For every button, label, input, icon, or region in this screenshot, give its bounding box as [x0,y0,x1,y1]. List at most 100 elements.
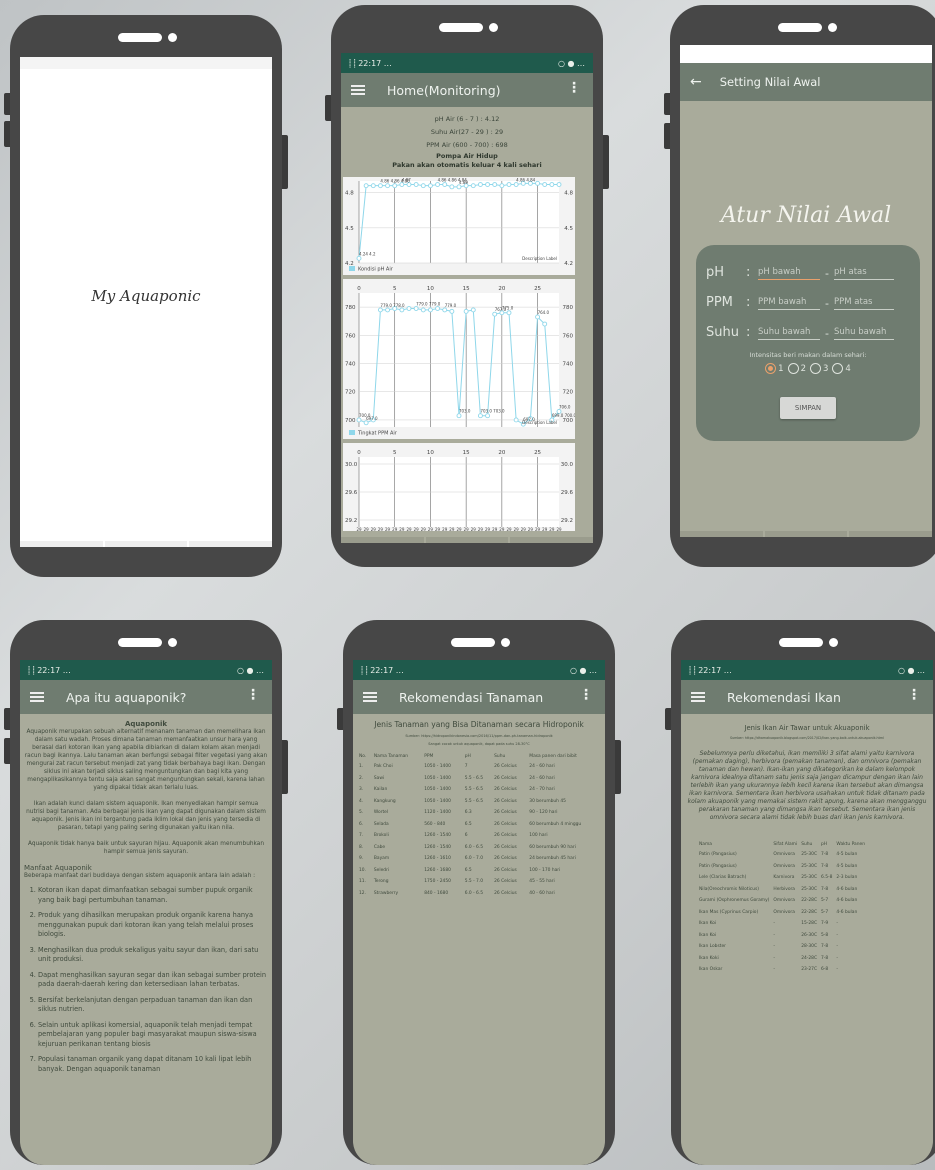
table-cell: Ikan Oskar [699,967,723,972]
readings-panel: pH Air (6 - 7 ) : 4.12 Suhu Air(27 - 29 … [341,113,593,170]
table-cell: 26 Celcius [494,833,517,838]
y-tick-label: 29.2 [561,518,573,524]
table-cell: 5-7 [821,898,829,903]
ph-high-input[interactable]: pH atas [834,267,894,280]
y-tick-label: 29.6 [345,490,358,496]
data-label: 29 [521,527,527,531]
table-cell: 60 berumbuh 4 minggu [529,821,582,827]
table-cell: 1050 - 1400 [424,787,451,792]
table-row: 11. Terong 1750 - 2450 5.5 - 7.0 26 Celcius 4… [357,879,601,891]
benefit-item: Bersifat berkelanjutan dengan perpaduan … [38,996,268,1015]
table-cell: 1750 - 2450 [424,879,451,884]
description-label: Description Label [522,256,557,261]
table-cell: 60 berumbuh 90 hari [529,844,576,850]
benefit-intro: Beberapa manfaat dari budidaya dengan si… [24,873,256,879]
table-cell: 90 - 120 hari [529,810,558,815]
table-row: 3. Kailan 1050 - 1400 5.5 - 6.5 26 Celcius 24… [357,787,601,799]
suhu-high-input[interactable]: Suhu bawah [834,327,894,340]
table-cell: Cabe [373,844,386,850]
legend-swatch [349,430,355,435]
table-cell: 10. [359,867,366,873]
table-cell: 24 - 70 hari [529,787,555,792]
data-label: 703.0 703.0 [480,409,505,414]
ph-low-input[interactable]: pH bawah [758,267,820,280]
data-label: 29 [356,527,362,531]
more-options-icon[interactable]: ⋮ [567,81,581,95]
table-cell: 1050 - 1400 [424,764,451,769]
table-cell: 6-8 [821,967,829,972]
table-cell: Sawi [373,775,385,781]
table-cell: Ikan Lobster [699,944,726,949]
more-options-icon[interactable]: ⋮ [246,688,260,702]
page-title: Home(Monitoring) [387,82,501,98]
data-point [413,306,419,311]
data-label: 29 [471,527,477,531]
data-point [449,184,455,190]
radio-option-2[interactable]: 2 [787,363,806,374]
data-point [492,182,498,187]
save-button[interactable]: SIMPAN [780,397,836,419]
radio-option-3[interactable]: 3 [810,363,828,374]
status-right: ○ ● … [569,665,597,675]
table-cell: 1050 - 1400 [424,775,451,781]
volume-button [4,121,10,147]
table-row: Lele (Clarias Batrach) Karnivora 25-30C 6.5… [697,875,867,887]
x-tick-label: 20 [498,450,505,456]
table-cell: 6.0 - 7.0 [464,856,484,861]
more-options-icon[interactable]: ⋮ [907,688,921,702]
data-label: 29 [385,527,391,531]
phone-home: ⸽ ⸽ 22:17 … ○ ● … Home(Monitoring) ⋮ pH … [325,5,609,567]
data-point [377,183,383,189]
camera [501,638,510,647]
table-cell: Nila(Oreochromis Niloticus) [699,886,759,892]
data-point [427,307,433,313]
table-cell: 1. [359,764,364,769]
data-label: 4.87 [402,178,411,183]
data-label: 699.0 700.0 [552,413,575,418]
benefit-item: Menghasilkan dua produk sekaligus yaitu … [38,946,268,965]
menu-icon[interactable] [351,85,365,95]
x-tick-label: 15 [463,450,470,456]
phone-setting: ← Setting Nilai Awal Atur Nilai Awal pH … [664,5,935,567]
volume-button [665,708,671,730]
data-label: 4.89 [459,180,468,185]
y-tick-label: 760 [563,333,574,339]
data-point [485,413,491,419]
data-label: 29 [378,527,384,531]
reading-ppm: PPM Air (600 - 700) : 698 [341,139,593,152]
fish-content: Jenis Ikan Air Tawar untuk Akuaponik Sum… [681,714,933,979]
about-screen: ⸽ ⸽ 22:17 … ○ ● … Apa itu aquaponik? ⋮ A… [20,660,272,1165]
table-cell: Herbivora [773,886,796,892]
table-row: 2. Sawi 1050 - 1400 5.5 - 6.5 26 Celcius 24 -… [357,776,601,788]
table-cell: 7-8 [821,863,829,869]
table-cell: 2-3 bulan [836,875,858,880]
data-label: 29 [499,527,505,531]
menu-icon[interactable] [691,692,705,702]
back-arrow-icon[interactable]: ← [690,74,702,90]
ppm-low-input[interactable]: PPM bawah [758,297,820,310]
table-cell: Ikan Mas (Cyprinus Carpio) [699,909,759,915]
table-cell: 24-28C [801,955,818,961]
volume-button [325,95,331,121]
table-cell: Strawberry [373,890,399,896]
volume-button [337,708,343,730]
ppm-high-input[interactable]: PPM atas [834,297,894,310]
y-tick-label: 29.6 [561,490,574,496]
menu-icon[interactable] [363,692,377,702]
table-cell: 5.5 - 6.5 [464,798,484,804]
data-point [442,307,448,313]
about-heading: Aquaponik [125,720,167,728]
radio-option-1[interactable]: 1 [765,363,784,374]
data-point [413,182,419,187]
more-options-icon[interactable]: ⋮ [579,688,593,702]
x-tick-label: 15 [463,286,470,292]
menu-icon[interactable] [30,692,44,702]
data-point [513,417,519,423]
status-left: ⸽ ⸽ 22:17 … [689,665,732,675]
feed-radio-group: 1 2 3 4 [696,363,920,374]
suhu-low-input[interactable]: Suhu bawah [758,327,820,340]
radio-option-4[interactable]: 4 [832,363,851,374]
table-cell: 5-8 [821,932,829,938]
data-label: 29 [535,527,541,531]
table-cell: - [773,967,775,972]
